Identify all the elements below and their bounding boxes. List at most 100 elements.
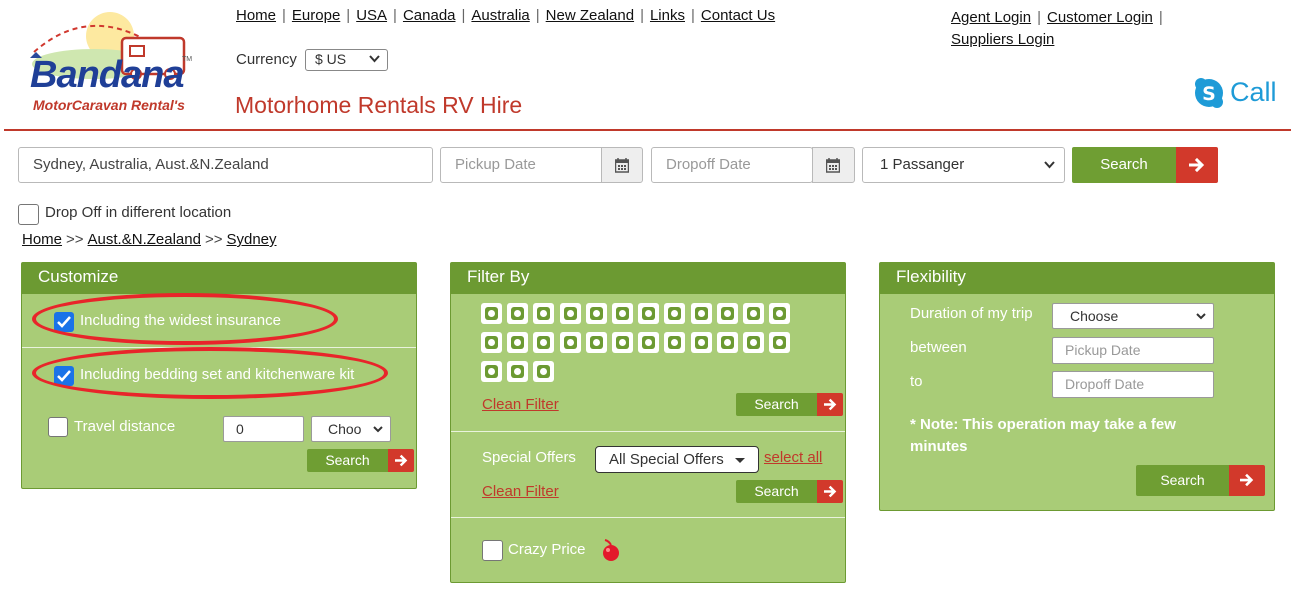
filter-amenity-icon[interactable] xyxy=(743,303,764,324)
passenger-select[interactable]: 1 Passanger xyxy=(862,147,1065,183)
filter-search-arrow-button[interactable] xyxy=(817,393,843,416)
filter-amenity-icon[interactable] xyxy=(664,332,686,353)
filter-amenity-icon[interactable] xyxy=(507,303,529,324)
nav-separator: | xyxy=(535,7,540,24)
filter-amenity-icon[interactable] xyxy=(716,332,738,353)
nav-separator: | xyxy=(461,7,466,24)
duration-select[interactable]: Choose xyxy=(1052,303,1214,329)
customize-panel: Customize Including the widest insurance… xyxy=(21,262,417,489)
filter-amenity-icon[interactable] xyxy=(481,332,502,353)
select-all-link[interactable]: select all xyxy=(764,449,822,466)
nav-links[interactable]: Links xyxy=(650,7,685,24)
location-input[interactable]: Sydney, Australia, Aust.&N.Zealand xyxy=(18,147,433,183)
nav-usa[interactable]: USA xyxy=(356,7,387,24)
travel-distance-label: Travel distance xyxy=(74,418,176,435)
highlight-ellipse xyxy=(32,293,338,345)
passenger-value: 1 Passanger xyxy=(880,156,965,173)
dropoff-calendar-button[interactable] xyxy=(812,147,855,183)
breadcrumb-home[interactable]: Home xyxy=(22,231,62,248)
flexibility-title: Flexibility xyxy=(880,263,1274,294)
nav-separator: | xyxy=(393,7,397,24)
site-logo[interactable]: Bandana TM MotorCaravan Rental's xyxy=(24,8,200,120)
filter-amenity-icon[interactable] xyxy=(769,303,791,324)
filter-amenity-icon[interactable] xyxy=(533,332,555,353)
panel-divider xyxy=(451,517,845,518)
nav-contact-us[interactable]: Contact Us xyxy=(701,7,775,24)
calendar-addon xyxy=(812,147,855,183)
special-offers-dropdown[interactable]: All Special Offers xyxy=(595,446,759,473)
crazy-price-checkbox[interactable] xyxy=(482,540,503,561)
suppliers-login-link[interactable]: Suppliers Login xyxy=(951,31,1054,48)
flex-pickup-input[interactable]: Pickup Date xyxy=(1052,337,1214,364)
offers-search-arrow-button[interactable] xyxy=(817,480,843,503)
filter-amenity-icon[interactable] xyxy=(638,332,660,353)
filter-amenity-icon[interactable] xyxy=(690,332,712,353)
duration-label: Duration of my trip xyxy=(910,305,1033,322)
main-search-arrow-button[interactable] xyxy=(1176,147,1218,183)
filter-amenity-icon[interactable] xyxy=(716,303,738,324)
customize-search-arrow-button[interactable] xyxy=(388,449,414,472)
pickup-date-placeholder: Pickup Date xyxy=(455,156,536,173)
filter-amenity-icon[interactable] xyxy=(585,303,607,324)
header-divider xyxy=(4,129,1291,131)
filter-amenity-icon[interactable] xyxy=(612,303,633,324)
call-label: Call xyxy=(1230,77,1277,107)
filter-amenity-icon[interactable] xyxy=(769,332,791,353)
filter-amenity-icon[interactable] xyxy=(533,303,555,324)
nav-separator: | xyxy=(1037,9,1041,26)
nav-new-zealand[interactable]: New Zealand xyxy=(546,7,634,24)
filter-amenity-icon[interactable] xyxy=(690,303,712,324)
pickup-calendar-button[interactable] xyxy=(601,147,643,183)
filter-amenity-icon[interactable] xyxy=(533,361,555,382)
filter-amenity-icon[interactable] xyxy=(585,332,607,353)
currency-select[interactable]: $ US xyxy=(305,49,388,71)
agent-login-link[interactable]: Agent Login xyxy=(951,9,1031,26)
breadcrumb-city[interactable]: Sydney xyxy=(226,231,276,248)
travel-distance-input[interactable]: 0 xyxy=(223,416,304,442)
logo-tagline: MotorCaravan Rental's xyxy=(33,97,185,113)
breadcrumb: Home >> Aust.&N.Zealand >> Sydney xyxy=(22,231,277,248)
nav-canada[interactable]: Canada xyxy=(403,7,456,24)
travel-distance-checkbox[interactable] xyxy=(48,417,68,437)
arrow-right-icon xyxy=(824,398,837,411)
filter-search-button[interactable]: Search xyxy=(736,393,817,416)
filter-amenity-icon[interactable] xyxy=(481,303,502,324)
customer-login-link[interactable]: Customer Login xyxy=(1047,9,1153,26)
dropoff-different-checkbox[interactable] xyxy=(18,204,39,225)
flexibility-panel: Flexibility Duration of my trip Choose b… xyxy=(879,262,1275,511)
clean-filter-offers-link[interactable]: Clean Filter xyxy=(482,483,559,500)
logo-brand: Bandana xyxy=(30,54,184,96)
filter-amenity-icon[interactable] xyxy=(612,332,633,353)
filter-amenity-icon[interactable] xyxy=(507,332,529,353)
breadcrumb-region[interactable]: Aust.&N.Zealand xyxy=(88,231,201,248)
customize-search-button[interactable]: Search xyxy=(307,449,388,472)
chevron-down-icon xyxy=(1044,161,1055,169)
flexibility-search-arrow-button[interactable] xyxy=(1229,465,1265,496)
filter-amenity-icon[interactable] xyxy=(559,332,581,353)
filter-amenity-icon[interactable] xyxy=(664,303,686,324)
dropoff-different-label: Drop Off in different location xyxy=(45,204,232,221)
filter-amenity-icon[interactable] xyxy=(743,332,764,353)
filter-amenity-icon[interactable] xyxy=(638,303,660,324)
skype-icon: S xyxy=(1195,78,1223,108)
flex-dropoff-input[interactable]: Dropoff Date xyxy=(1052,371,1214,398)
flexibility-search-button[interactable]: Search xyxy=(1136,465,1229,496)
nav-separator: | xyxy=(282,7,286,24)
to-label: to xyxy=(910,373,923,390)
panel-divider xyxy=(451,431,845,432)
caret-down-icon xyxy=(735,458,745,463)
nav-australia[interactable]: Australia xyxy=(471,7,529,24)
dropoff-date-input[interactable]: Dropoff Date xyxy=(651,147,813,183)
main-search-button[interactable]: Search xyxy=(1072,147,1176,183)
distance-unit-select[interactable]: Choose xyxy=(311,416,391,442)
filter-amenity-icon[interactable] xyxy=(507,361,529,382)
filter-amenity-icon[interactable] xyxy=(559,303,581,324)
nav-europe[interactable]: Europe xyxy=(292,7,340,24)
duration-value: Choose xyxy=(1070,308,1119,324)
nav-home[interactable]: Home xyxy=(236,7,276,24)
offers-search-button[interactable]: Search xyxy=(736,480,817,503)
nav-separator: | xyxy=(346,7,351,24)
clean-filter-link[interactable]: Clean Filter xyxy=(482,396,559,413)
between-label: between xyxy=(910,339,967,356)
filter-amenity-icon[interactable] xyxy=(481,361,502,382)
